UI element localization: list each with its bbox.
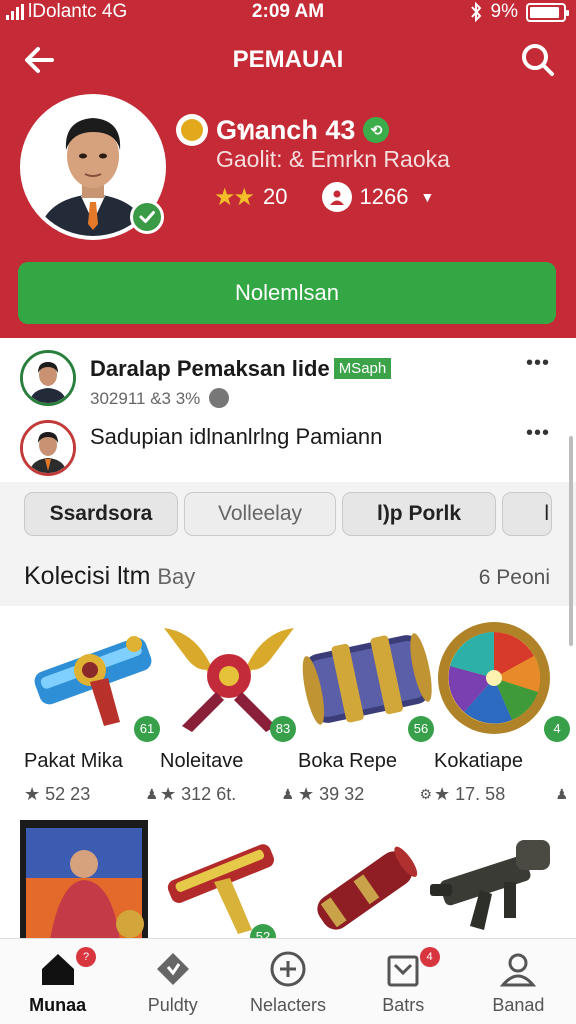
filter-chip[interactable]: Volleelay: [184, 492, 336, 536]
settings-icon: ⚙: [419, 786, 432, 802]
feed-title: Daralap Pemaksan lide: [90, 356, 330, 381]
item-image[interactable]: [300, 830, 424, 940]
star-icon: ★★: [214, 183, 255, 211]
item-name: Boka Repe: [298, 750, 397, 772]
nav-label: Puldty: [147, 995, 198, 1015]
user-icon: ♟: [281, 786, 294, 802]
bottom-navigation: ? Munaa Puldty Nelacters 4 Batrs Banad: [0, 938, 576, 1024]
item-card[interactable]: 83 Noleitave ★ 312 6t. ♟: [160, 614, 298, 814]
item-image[interactable]: [430, 826, 560, 938]
status-bar: lDolantc 4G 2:09 AM 9%: [0, 0, 576, 26]
bluetooth-icon: [470, 2, 481, 22]
item-rating: 17. 58: [455, 784, 506, 804]
item-level-badge: 83: [270, 716, 296, 742]
item-card[interactable]: 56 Boka Repe ★ 39 32 ⚙: [298, 614, 436, 814]
item-level-badge: 61: [134, 716, 160, 742]
item-level-badge: 56: [408, 716, 434, 742]
profile-avatar[interactable]: [20, 94, 166, 240]
user-icon: [500, 953, 537, 987]
battery-icon: [526, 2, 569, 22]
filter-chip[interactable]: l: [502, 492, 552, 536]
feed-avatar: [20, 350, 76, 406]
user-icon: ♟: [555, 786, 568, 802]
nav-label: Munaa: [29, 995, 87, 1015]
feed-title: Sadupian idlnanlrlng Pamiann: [90, 424, 383, 449]
feed-badge: MSaph: [333, 358, 392, 379]
verified-check-icon: [130, 200, 164, 234]
filter-chip[interactable]: l)p Porlk: [342, 492, 496, 536]
item-rating: 312 6t.: [181, 784, 237, 804]
battery-percent: 9%: [490, 1, 518, 22]
notification-badge: ?: [76, 947, 96, 967]
more-icon[interactable]: •••: [526, 352, 550, 375]
followers-icon: [321, 182, 352, 212]
plus-circle-icon: [270, 951, 306, 987]
profile-name: Gทanch 43: [216, 115, 356, 145]
feed-item[interactable]: Sadupian idlnanlrlng Pamiann •••: [20, 420, 554, 480]
feed-subtitle: 302911 &3 3%: [90, 389, 201, 408]
item-card[interactable]: 61 Pakat Mika ★ 52 23 ♟: [24, 614, 162, 814]
item-level-badge: 4: [544, 716, 570, 742]
bag-icon: [387, 955, 419, 987]
nav-puldty[interactable]: Puldty: [115, 939, 230, 1024]
item-rating: 52 23: [45, 784, 91, 804]
section-title-suffix: Bay: [157, 564, 196, 589]
user-icon: ♟: [145, 786, 158, 802]
nav-home[interactable]: ? Munaa: [0, 939, 115, 1024]
item-card[interactable]: 4 Kokatiape ★ 17. 58 ♟: [434, 614, 572, 814]
star-icon: ★: [298, 784, 315, 804]
profile-header: lDolantc 4G 2:09 AM 9% PEMAUAI Gทanch 43…: [0, 0, 576, 338]
compass-icon: [209, 388, 230, 408]
filter-section: Ssardsora Volleelay l)p Porlk l Kolecisi…: [0, 482, 576, 606]
item-grid-row: 52: [0, 820, 576, 940]
nav-label: Nelacters: [249, 995, 327, 1015]
nav-nelacters[interactable]: Nelacters: [230, 939, 345, 1024]
profile-subtitle: Gaolit: & Emrkn Raoka: [216, 146, 450, 172]
item-name: Kokatiape: [434, 750, 523, 772]
notification-badge: 4: [419, 947, 440, 967]
star-icon: ★: [160, 784, 177, 804]
leaf-badge-icon: ⟲: [363, 116, 390, 143]
feed-avatar: [20, 420, 76, 476]
star-icon: ★: [434, 784, 451, 804]
more-icon[interactable]: •••: [526, 422, 550, 445]
feed-item[interactable]: Daralap Pemaksan lide MSaph 302911 &3 3% …: [20, 350, 554, 410]
nav-label: Banad: [492, 995, 545, 1015]
nav-banad[interactable]: Banad: [461, 939, 576, 1024]
star-icon: ★: [24, 784, 41, 804]
item-name: Pakat Mika: [24, 750, 123, 772]
nav-batrs[interactable]: 4 Batrs: [346, 939, 461, 1024]
search-icon[interactable]: [518, 40, 558, 80]
item-rating: 39 32: [319, 784, 365, 804]
home-icon: [41, 954, 74, 985]
coin-icon: [176, 113, 208, 146]
section-count: 6 Peoni: [478, 566, 550, 589]
primary-action-button[interactable]: Nolemlsan: [18, 262, 556, 324]
chevron-down-icon[interactable]: ▼: [420, 189, 434, 205]
item-image[interactable]: [160, 826, 280, 940]
item-name: Noleitave: [160, 750, 244, 772]
filter-chip[interactable]: Ssardsora: [24, 492, 178, 536]
tag-icon: [156, 953, 189, 985]
section-title: Kolecisi ltm: [24, 562, 151, 590]
poster-card[interactable]: [20, 820, 150, 940]
page-title: PEMAUAI: [232, 46, 344, 73]
rating-value: 20: [263, 184, 288, 209]
nav-label: Batrs: [382, 995, 425, 1015]
followers-value: 1266: [359, 184, 409, 209]
